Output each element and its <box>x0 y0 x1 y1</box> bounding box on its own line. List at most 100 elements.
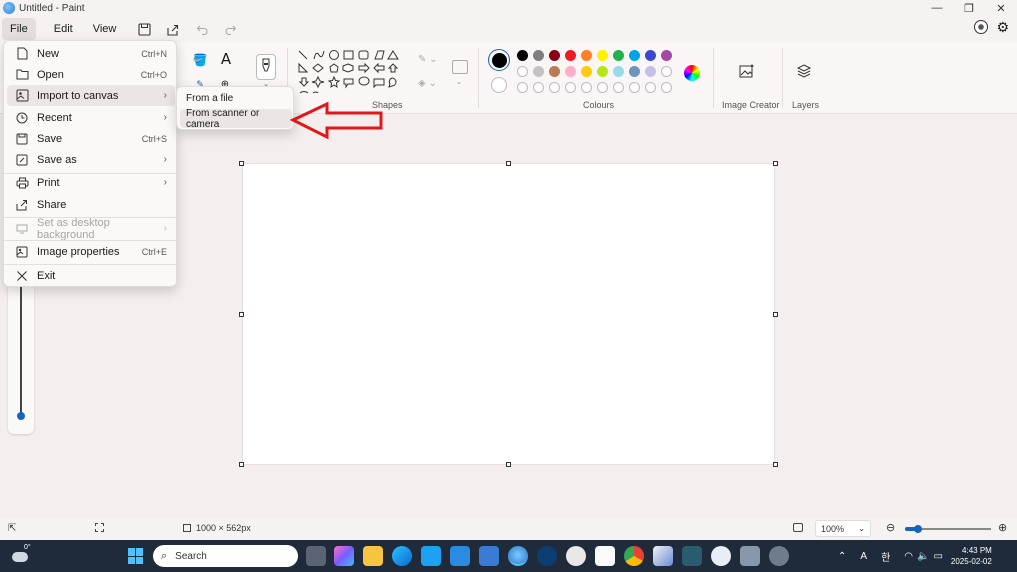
custom-color-slot[interactable] <box>549 82 560 93</box>
menu-item-from-a-file[interactable]: From a file <box>180 89 292 108</box>
word-app-icon[interactable] <box>711 546 731 566</box>
layers-icon[interactable] <box>795 62 813 80</box>
shapes-expand-icon[interactable] <box>452 60 468 74</box>
canvas-resize-handle[interactable] <box>773 161 778 166</box>
menu-item-recent[interactable]: Recent › <box>7 107 175 128</box>
file-explorer-icon[interactable] <box>363 546 383 566</box>
color-swatch[interactable] <box>581 66 592 77</box>
wireless-app-icon[interactable] <box>421 546 441 566</box>
color-swatch[interactable] <box>549 50 560 61</box>
weather-widget[interactable]: 0° <box>12 544 36 566</box>
color-swatch[interactable] <box>613 66 624 77</box>
photos-app-icon[interactable] <box>479 546 499 566</box>
fill-bucket-icon[interactable]: 🪣 <box>192 52 208 68</box>
color-swatch[interactable] <box>629 66 640 77</box>
canvas-resize-handle[interactable] <box>239 312 244 317</box>
close-button[interactable]: ✕ <box>985 0 1017 16</box>
image-creator-icon[interactable] <box>738 62 756 80</box>
input-method-indicator[interactable]: A <box>860 551 867 562</box>
color-swatch[interactable] <box>645 50 656 61</box>
settings-gear-icon[interactable]: ⚙ <box>996 20 1009 34</box>
canvas-resize-handle[interactable] <box>239 462 244 467</box>
canvas-resize-handle[interactable] <box>773 312 778 317</box>
volume-icon[interactable]: 🔈 <box>917 551 929 562</box>
zoom-dropdown[interactable]: 100% ⌄ <box>815 520 871 537</box>
menu-item-new[interactable]: New Ctrl+N <box>7 43 175 64</box>
canvas-resize-handle[interactable] <box>506 462 511 467</box>
color-swatch[interactable] <box>533 66 544 77</box>
view-menu-button[interactable]: View <box>85 18 125 40</box>
slider-thumb[interactable] <box>17 412 25 420</box>
paint-taskbar-icon[interactable] <box>508 546 528 566</box>
custom-color-slot[interactable] <box>517 82 528 93</box>
menu-item-exit[interactable]: Exit <box>7 265 175 286</box>
zoom-slider-thumb[interactable] <box>913 525 922 533</box>
fit-to-window-icon[interactable] <box>793 523 803 532</box>
store-app-icon[interactable] <box>653 546 673 566</box>
menu-item-save[interactable]: Save Ctrl+S <box>7 128 175 149</box>
copilot-icon[interactable] <box>974 20 989 34</box>
chatgpt-app-icon[interactable] <box>566 546 586 566</box>
canvas-resize-handle[interactable] <box>773 462 778 467</box>
menu-item-set-desktop-background[interactable]: Set as desktop background › <box>7 217 175 241</box>
custom-color-slot[interactable] <box>581 82 592 93</box>
shape-outline-icon[interactable]: ✎ ⌄ <box>418 54 442 66</box>
color-swatch[interactable] <box>597 50 608 61</box>
color-swatch[interactable] <box>565 50 576 61</box>
shape-fill-icon[interactable]: ◈ ⌄ <box>418 78 442 90</box>
edit-colors-icon[interactable] <box>684 65 700 81</box>
settings-taskbar-icon[interactable] <box>769 546 789 566</box>
battery-icon[interactable]: ▭ <box>933 551 942 562</box>
custom-color-slot[interactable] <box>645 82 656 93</box>
canvas-resize-handle[interactable] <box>239 161 244 166</box>
clock-date[interactable]: 2025-02-02 <box>951 556 992 567</box>
menu-item-share[interactable]: Share <box>7 194 175 215</box>
terminal-app-icon[interactable] <box>682 546 702 566</box>
color-swatch[interactable] <box>533 50 544 61</box>
color-swatch[interactable] <box>549 66 560 77</box>
wifi-icon[interactable]: ◠ <box>904 551 913 562</box>
custom-color-slot[interactable] <box>565 82 576 93</box>
drawing-canvas[interactable] <box>242 163 775 465</box>
color-swatch[interactable] <box>629 50 640 61</box>
taskbar-search[interactable]: ⌕ Search <box>153 545 298 567</box>
file-menu-button[interactable]: File <box>2 18 36 40</box>
color-swatch[interactable] <box>517 50 528 61</box>
brushes-icon[interactable] <box>256 54 276 80</box>
menu-item-from-scanner-or-camera[interactable]: From scanner or camera <box>180 108 292 130</box>
menu-item-print[interactable]: Print › <box>7 172 175 193</box>
edit-menu-button[interactable]: Edit <box>46 18 81 40</box>
save-icon[interactable] <box>130 18 158 40</box>
color-swatch[interactable] <box>581 50 592 61</box>
text-tool-icon[interactable]: A <box>218 50 234 68</box>
color-swatch[interactable] <box>613 50 624 61</box>
secondary-color[interactable] <box>491 77 507 93</box>
menu-item-image-properties[interactable]: Image properties Ctrl+E <box>7 241 175 262</box>
camera-app-icon[interactable] <box>537 546 557 566</box>
undo-icon[interactable] <box>188 18 216 40</box>
shapes-gallery[interactable] <box>296 48 402 98</box>
canvas-resize-handle[interactable] <box>506 161 511 166</box>
menu-item-save-as[interactable]: Save as › <box>7 149 175 170</box>
chrome-browser-icon[interactable] <box>624 546 644 566</box>
menu-item-open[interactable]: Open Ctrl+O <box>7 64 175 85</box>
custom-color-slot[interactable] <box>629 82 640 93</box>
zoom-slider[interactable] <box>905 525 991 533</box>
maximize-button[interactable]: ❐ <box>953 0 985 16</box>
copilot-taskbar-icon[interactable] <box>334 546 354 566</box>
primary-color[interactable] <box>488 49 510 71</box>
custom-color-slot[interactable] <box>661 82 672 93</box>
share-icon[interactable] <box>158 18 186 40</box>
custom-color-slot[interactable] <box>533 82 544 93</box>
redo-icon[interactable] <box>216 18 244 40</box>
color-swatch[interactable] <box>565 66 576 77</box>
brush-size-slider[interactable] <box>8 280 34 434</box>
shapes-expand-chevron-icon[interactable]: ⌄ <box>456 78 462 86</box>
minimize-button[interactable]: — <box>921 0 953 16</box>
korean-ime-indicator[interactable]: 한 <box>881 549 890 564</box>
calculator-app-icon[interactable] <box>450 546 470 566</box>
color-swatch[interactable] <box>517 66 528 77</box>
menu-item-import-to-canvas[interactable]: Import to canvas › <box>7 85 175 106</box>
color-swatch[interactable] <box>661 50 672 61</box>
task-view-icon[interactable] <box>306 546 326 566</box>
